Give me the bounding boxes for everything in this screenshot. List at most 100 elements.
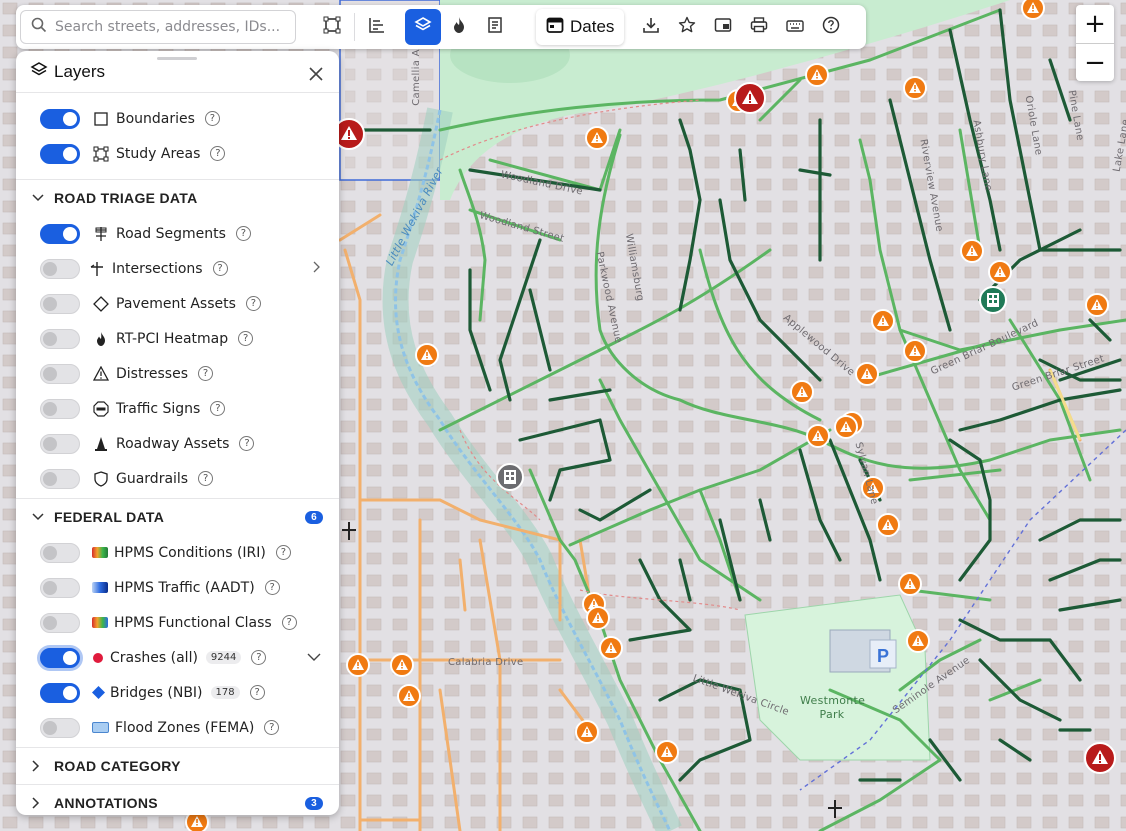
zoom-out-button[interactable]: − (1076, 43, 1114, 81)
section-federal-data[interactable]: FEDERAL DATA 6 (16, 499, 339, 535)
favorite-button[interactable] (669, 9, 705, 45)
toggle-guardrails[interactable] (40, 468, 80, 489)
diamond-icon (92, 295, 110, 313)
search-box[interactable] (20, 10, 296, 44)
help-icon[interactable]: ? (204, 111, 220, 126)
help-icon[interactable]: ? (238, 331, 254, 346)
layer-label: RT-PCI Heatmap (116, 330, 229, 347)
layer-row-boundaries: Boundaries ? (16, 101, 339, 136)
help-icon[interactable]: ? (212, 261, 228, 276)
download-button[interactable] (633, 9, 669, 45)
layer-row-road-segments: Road Segments ? (16, 216, 339, 251)
toggle-hpms-traffic[interactable] (40, 577, 80, 598)
layer-label: Crashes (all) (110, 649, 198, 666)
panel-drag-handle[interactable] (157, 57, 197, 60)
toggle-boundaries[interactable] (40, 108, 80, 129)
chevron-down-icon[interactable] (307, 650, 321, 666)
help-icon[interactable]: ? (239, 436, 255, 451)
search-input[interactable] (55, 19, 285, 35)
panel-title: Layers (54, 61, 106, 81)
help-icon[interactable]: ? (235, 226, 251, 241)
print-button[interactable] (741, 9, 777, 45)
help-icon[interactable]: ? (198, 471, 214, 486)
help-icon[interactable]: ? (281, 615, 297, 630)
toggle-road-segments[interactable] (40, 223, 80, 244)
toggle-flood-zones[interactable] (40, 717, 80, 738)
zoom-in-button[interactable]: + (1076, 5, 1114, 43)
layers-icon (414, 16, 432, 38)
help-icon[interactable]: ? (275, 545, 291, 560)
picture-in-picture-icon (714, 17, 732, 37)
layer-row-distresses: Distresses ? (16, 356, 339, 391)
heatmap-button[interactable] (441, 9, 477, 45)
layer-row-pavement-assets: Pavement Assets ? (16, 286, 339, 321)
section-title: FEDERAL DATA (54, 509, 165, 525)
picture-in-picture-button[interactable] (705, 9, 741, 45)
search-icon (31, 17, 47, 37)
toggle-pavement-assets[interactable] (40, 293, 80, 314)
calendar-icon (546, 16, 564, 39)
help-icon[interactable]: ? (210, 401, 226, 416)
svg-text:P: P (877, 646, 889, 666)
help-icon[interactable]: ? (249, 685, 265, 700)
toggle-distresses[interactable] (40, 363, 80, 384)
layer-row-hpms-conditions: HPMS Conditions (IRI) ? (16, 535, 339, 570)
help-icon[interactable]: ? (264, 580, 280, 595)
section-count-badge: 6 (305, 510, 323, 524)
download-icon (642, 16, 660, 38)
flame-icon (451, 16, 467, 38)
layers-button[interactable] (405, 9, 441, 45)
street-label: Camellia A (410, 49, 422, 106)
section-count-badge: 3 (305, 796, 323, 810)
toggle-intersections[interactable] (40, 258, 80, 279)
help-icon[interactable]: ? (264, 720, 280, 735)
section-title: ROAD TRIAGE DATA (54, 190, 198, 206)
layer-row-study-areas: Study Areas ? (16, 136, 339, 171)
toggle-bridges[interactable] (40, 682, 80, 703)
layer-label: Pavement Assets (116, 295, 236, 312)
chevron-down-icon (32, 194, 44, 202)
layer-count: 178 (210, 686, 240, 699)
section-road-category[interactable]: ROAD CATEGORY (16, 748, 339, 784)
street-label: Calabria Drive (448, 657, 524, 668)
layer-row-intersections: Intersections ? (16, 251, 339, 286)
square-icon (92, 110, 110, 128)
layer-row-hpms-traffic: HPMS Traffic (AADT) ? (16, 570, 339, 605)
study-area-icon (92, 145, 110, 163)
chevron-right-icon[interactable] (313, 261, 321, 277)
hierarchy-button[interactable] (359, 9, 395, 45)
toggle-hpms-conditions[interactable] (40, 542, 80, 563)
toggle-roadway-assets[interactable] (40, 433, 80, 454)
dates-button[interactable]: Dates (536, 9, 625, 45)
map-toolbar: Dates (16, 5, 866, 49)
keyboard-shortcuts-button[interactable] (777, 9, 813, 45)
select-area-button[interactable] (314, 9, 350, 45)
help-icon[interactable]: ? (245, 296, 261, 311)
keyboard-icon (786, 18, 804, 37)
section-annotations[interactable]: ANNOTATIONS 3 (16, 785, 339, 815)
help-icon[interactable]: ? (210, 146, 226, 161)
printer-icon (750, 16, 768, 38)
layer-label: Flood Zones (FEMA) (115, 719, 255, 736)
help-button[interactable] (813, 9, 849, 45)
stop-sign-icon (92, 400, 110, 418)
section-title: ROAD CATEGORY (54, 758, 181, 774)
help-icon[interactable]: ? (198, 366, 214, 381)
blue-gradient-swatch-icon (92, 582, 108, 593)
toggle-crashes[interactable] (40, 647, 80, 668)
flame-icon (92, 330, 110, 348)
layer-label: Boundaries (116, 110, 195, 127)
section-road-triage-data[interactable]: ROAD TRIAGE DATA (16, 180, 339, 216)
help-icon[interactable]: ? (251, 650, 267, 665)
hierarchy-icon (368, 16, 386, 38)
toggle-study-areas[interactable] (40, 143, 80, 164)
red-dot-icon (92, 649, 104, 667)
toggle-traffic-signs[interactable] (40, 398, 80, 419)
zoom-control: + − (1076, 5, 1114, 81)
close-icon[interactable] (307, 65, 325, 83)
toggle-hpms-functional-class[interactable] (40, 612, 80, 633)
layer-label: HPMS Traffic (AADT) (114, 579, 255, 596)
toggle-rt-pci-heatmap[interactable] (40, 328, 80, 349)
layer-label: Road Segments (116, 225, 226, 242)
report-button[interactable] (477, 9, 513, 45)
